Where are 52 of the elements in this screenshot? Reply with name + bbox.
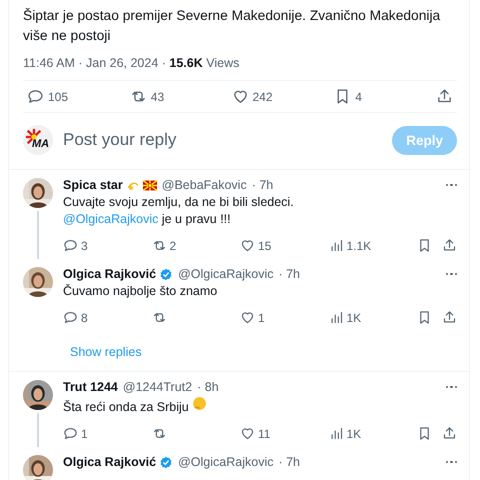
user-name[interactable]: Spica star [63, 178, 123, 192]
reply-icon[interactable] [63, 310, 78, 325]
share-icon[interactable] [442, 238, 457, 253]
user-handle[interactable]: @1244Trut2 [122, 380, 192, 394]
share-icon[interactable] [442, 426, 457, 441]
view-count: 1K [346, 310, 362, 324]
reply-icon[interactable] [27, 88, 44, 105]
bookmark-icon[interactable] [417, 426, 432, 441]
post-time: · 7h [252, 178, 274, 192]
bookmark-icon[interactable] [417, 238, 432, 253]
view-count: 1K [346, 426, 362, 440]
heart-icon[interactable] [232, 88, 248, 105]
views-icon[interactable] [328, 426, 344, 441]
like-count: 15 [258, 238, 272, 252]
share-icon[interactable] [442, 310, 457, 325]
repost-count: 43 [150, 90, 164, 104]
like-count: 1 [258, 310, 265, 324]
post-time: · 7h [278, 455, 300, 469]
views-icon[interactable] [328, 310, 344, 325]
like-count: 242 [252, 90, 273, 104]
reply-text: Šta reći onda za Srbiju [63, 396, 457, 416]
like-count: 11 [258, 426, 270, 440]
bookmark-count: 4 [355, 90, 362, 104]
reply-text: Čuvamo najbolje što znamo [63, 283, 218, 300]
views-icon[interactable] [328, 238, 344, 253]
view-count: 1.1K [346, 238, 372, 252]
user-handle[interactable]: @OlgicaRajkovic [178, 267, 274, 281]
tweet-timestamp: 11:46 AM · Jan 26, 2024 · 15.6K Views [23, 56, 240, 70]
user-name[interactable]: Olgica Rajković [63, 455, 156, 469]
post-time: · 7h [278, 267, 300, 281]
user-name[interactable]: Trut 1244 [63, 380, 118, 394]
reply-icon[interactable] [63, 238, 78, 253]
reply-count: 1 [81, 426, 88, 440]
heart-icon[interactable] [240, 238, 255, 253]
user-handle[interactable]: @BebaFakovic [162, 178, 247, 192]
reply-text: Cuvajte svoju zemlju, da ne bi bili sledeci. @OlgicaRajkovic je u pravu !!! [63, 194, 295, 228]
reply-count: 3 [81, 238, 88, 252]
retweet-icon[interactable] [152, 238, 166, 253]
retweet-icon[interactable] [152, 426, 166, 441]
user-handle[interactable]: @OlgicaRajkovic [178, 455, 274, 469]
reply-icon[interactable] [63, 426, 78, 441]
user-name[interactable]: Olgica Rajković [63, 267, 156, 281]
post-time: · 8h [197, 380, 219, 394]
reply-count: 8 [81, 310, 88, 324]
reply-count: 105 [48, 90, 68, 104]
heart-icon[interactable] [240, 310, 255, 325]
tweet-text: Šiptar je postao premijer Severne Makedonije. Zvanično Makedonija više ne postoji [23, 7, 442, 45]
heart-icon[interactable] [240, 426, 255, 441]
bookmark-icon[interactable] [417, 310, 432, 325]
retweet-icon[interactable] [152, 310, 166, 325]
share-icon[interactable] [436, 88, 453, 105]
repost-count: 2 [170, 238, 176, 252]
